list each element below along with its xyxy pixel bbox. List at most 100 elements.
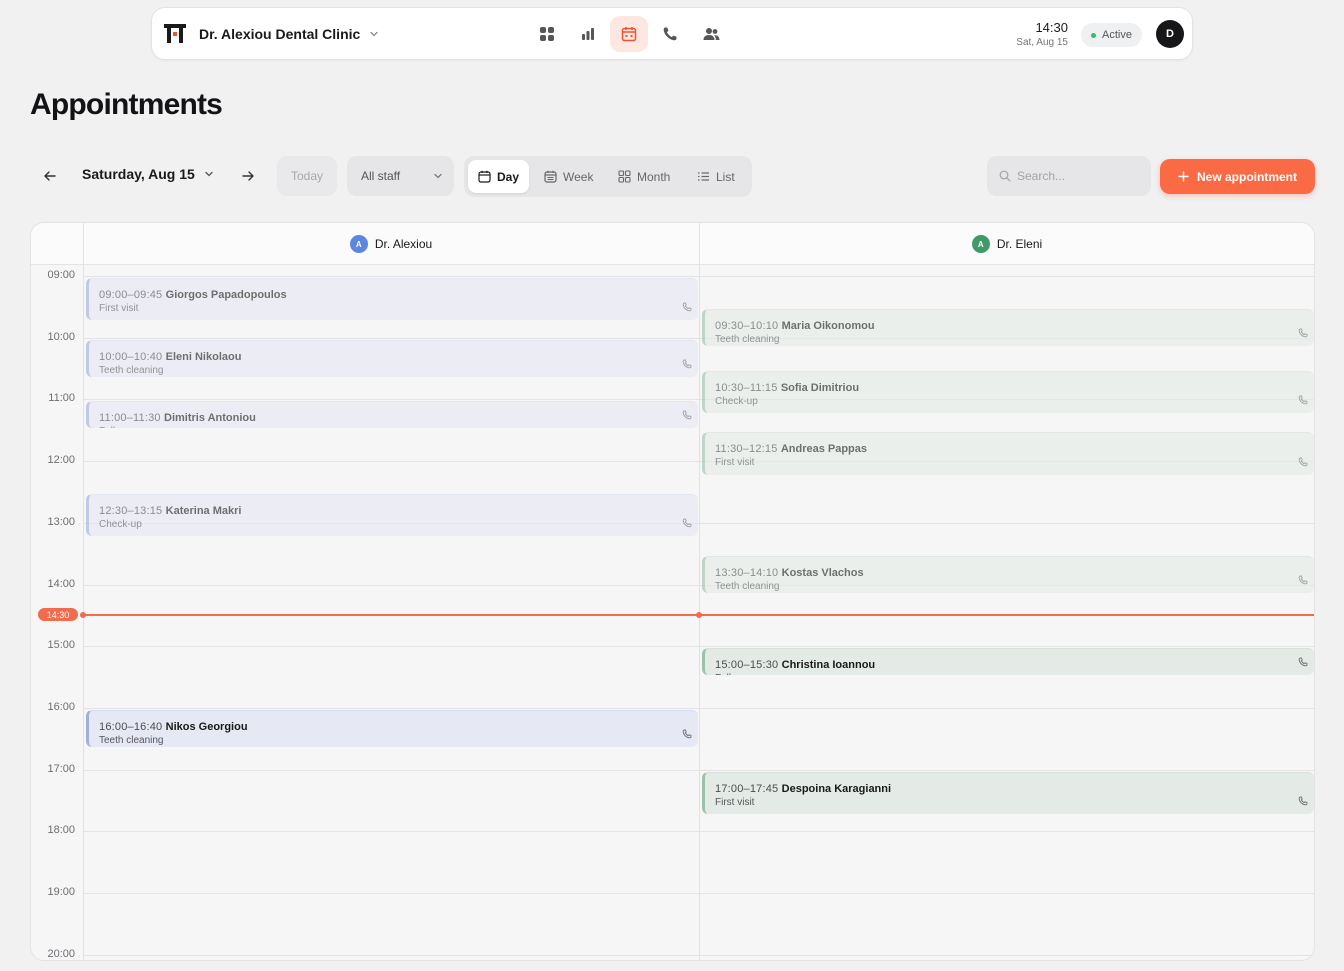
patient-name: Dimitris Antoniou bbox=[164, 412, 256, 425]
column-divider bbox=[699, 223, 700, 960]
appointment-type: Check-up bbox=[715, 395, 758, 407]
search-input[interactable] bbox=[1017, 169, 1137, 183]
grid-icon bbox=[618, 170, 631, 183]
appointment-time: 10:30–11:15 bbox=[715, 381, 781, 394]
patient-name: Katerina Makri bbox=[165, 504, 242, 517]
hour-gridline bbox=[83, 893, 1314, 894]
chevron-down-icon[interactable] bbox=[368, 28, 380, 40]
tab-month[interactable]: Month bbox=[608, 160, 680, 193]
patient-name: Maria Oikonomou bbox=[781, 319, 875, 332]
previous-day-button[interactable] bbox=[40, 166, 60, 186]
appointment-summary: 10:00–10:40 Eleni Nikolaou bbox=[99, 351, 688, 363]
avatar[interactable]: D bbox=[1156, 20, 1184, 48]
appointment-time: 09:00–09:45 bbox=[99, 289, 166, 301]
appointment-card[interactable]: 10:00–10:40 Eleni Nikolaou Teeth cleaning bbox=[86, 339, 698, 377]
hour-label: 13:00 bbox=[47, 515, 75, 528]
phone-icon[interactable] bbox=[682, 359, 692, 369]
analytics-nav-button[interactable] bbox=[569, 16, 607, 52]
appointment-time: 11:30–12:15 bbox=[715, 443, 781, 456]
calendar-nav-button[interactable] bbox=[610, 16, 648, 52]
appointment-type: Teeth cleaning bbox=[715, 333, 780, 345]
patient-name: Nikos Georgiou bbox=[165, 720, 248, 733]
hour-label: 09:00 bbox=[47, 269, 75, 281]
appointment-time: 15:00–15:30 bbox=[715, 659, 782, 672]
patient-name: Despoina Karagianni bbox=[781, 782, 892, 795]
phone-icon[interactable] bbox=[682, 410, 692, 420]
patient-name: Kostas Vlachos bbox=[781, 566, 864, 579]
appointment-time: 11:00–11:30 bbox=[99, 412, 164, 425]
arrow-left-icon bbox=[44, 171, 56, 181]
calendar-day-icon bbox=[478, 170, 491, 183]
hour-label: 18:00 bbox=[47, 824, 75, 837]
phone-icon[interactable] bbox=[682, 302, 692, 312]
current-date: Sat, Aug 15 bbox=[1016, 37, 1068, 48]
appointment-card[interactable]: 11:00–11:30 Dimitris AntoniouFollow-up bbox=[86, 401, 698, 429]
appointment-type: Teeth cleaning bbox=[99, 364, 164, 376]
appointment-summary: 16:00–16:40 Nikos Georgiou bbox=[99, 721, 688, 733]
dashboard-nav-button[interactable] bbox=[528, 16, 566, 52]
hour-gridline bbox=[83, 646, 1314, 648]
appointment-card[interactable]: 12:30–13:15 Katerina Makri Check-up bbox=[86, 493, 698, 537]
appointment-card[interactable]: 17:00–17:45 Despoina Karagianni First vis… bbox=[702, 771, 1314, 814]
phone-icon[interactable] bbox=[682, 518, 692, 528]
appointment-summary: 10:30–11:15 Sofia Dimitriou bbox=[715, 382, 1304, 394]
appointment-time: 09:30–10:10 bbox=[715, 319, 782, 332]
phone-icon[interactable] bbox=[1298, 575, 1308, 585]
appointment-card[interactable]: 15:00–15:30 Christina IoannouFollow-up bbox=[702, 648, 1314, 676]
appointment-summary: 13:30–14:10 Kostas Vlachos bbox=[715, 567, 1304, 579]
page-title: Appointments bbox=[30, 88, 223, 121]
hour-label: 17:00 bbox=[47, 762, 75, 775]
tab-week[interactable]: Week bbox=[534, 160, 603, 193]
top-navigation-bar: Dr. Alexiou Dental Clinic 14:30 Sat, Aug… bbox=[151, 7, 1193, 60]
appointment-card[interactable]: 13:30–14:10 Kostas Vlachos Teeth cleaning bbox=[702, 555, 1314, 593]
phone-icon[interactable] bbox=[1298, 796, 1308, 806]
appointment-card[interactable]: 09:00–09:45 Giorgos Papadopoulos First vi… bbox=[86, 278, 698, 321]
hour-gridline bbox=[83, 707, 1314, 709]
appointment-type: Follow-up bbox=[99, 426, 688, 428]
appointment-type: First visit bbox=[715, 796, 755, 808]
appointment-card[interactable]: 09:30–10:10 Maria Oikonomou Teeth cleanin… bbox=[702, 308, 1314, 346]
tab-day[interactable]: Day bbox=[468, 160, 530, 193]
clinic-logo bbox=[164, 24, 186, 43]
phone-icon[interactable] bbox=[1298, 457, 1308, 467]
doctor-avatar: A bbox=[349, 235, 368, 253]
tab-week-label: Week bbox=[563, 169, 594, 184]
appointment-time: 17:00–17:45 bbox=[715, 782, 782, 795]
clinic-name[interactable]: Dr. Alexiou Dental Clinic bbox=[199, 26, 360, 42]
column-header-dr-eleni: A Dr. Eleni bbox=[699, 223, 1314, 265]
status-label: Active bbox=[1102, 29, 1132, 41]
phone-icon[interactable] bbox=[1298, 328, 1308, 338]
hour-label: 11:00 bbox=[48, 392, 75, 405]
patient-name: Andreas Pappas bbox=[780, 443, 868, 456]
staff-filter-select[interactable]: All staff bbox=[347, 156, 454, 196]
appointment-card[interactable]: 16:00–16:40 Nikos Georgiou Teeth cleaning bbox=[86, 709, 698, 748]
users-icon bbox=[703, 28, 719, 40]
next-day-button[interactable] bbox=[238, 166, 258, 186]
hour-label: 12:00 bbox=[47, 454, 75, 467]
hour-gridline bbox=[83, 831, 1314, 833]
phone-icon[interactable] bbox=[1298, 657, 1308, 667]
appointment-card[interactable]: 11:30–12:15 Andreas Pappas First visit bbox=[702, 432, 1314, 475]
new-appointment-button[interactable]: New appointment bbox=[1160, 159, 1315, 194]
hour-label: 16:00 bbox=[47, 700, 75, 713]
patient-name: Christina Ioannou bbox=[781, 659, 876, 672]
patients-nav-button[interactable] bbox=[692, 16, 730, 52]
hour-gridline bbox=[83, 276, 1314, 277]
date-picker[interactable]: Saturday, Aug 15 bbox=[82, 166, 215, 182]
status-dot-icon bbox=[1091, 32, 1096, 38]
chevron-down-icon bbox=[205, 171, 213, 177]
appointment-card[interactable]: 10:30–11:15 Sofia Dimitriou Check-up bbox=[702, 370, 1314, 413]
appointment-summary: 09:30–10:10 Maria Oikonomou bbox=[715, 320, 1304, 332]
phone-icon[interactable] bbox=[1298, 395, 1308, 405]
search-box[interactable] bbox=[987, 156, 1151, 196]
appointment-time: 13:30–14:10 bbox=[715, 566, 782, 579]
status-badge[interactable]: Active bbox=[1081, 23, 1142, 47]
today-button[interactable]: Today bbox=[277, 156, 337, 196]
phone-icon[interactable] bbox=[682, 729, 692, 739]
chevron-down-icon bbox=[434, 173, 442, 179]
tab-day-label: Day bbox=[497, 169, 520, 184]
calls-nav-button[interactable] bbox=[651, 16, 689, 52]
search-icon bbox=[999, 170, 1011, 182]
calendar-header: A Dr. Alexiou A Dr. Eleni bbox=[31, 223, 1314, 265]
tab-list[interactable]: List bbox=[687, 160, 745, 193]
